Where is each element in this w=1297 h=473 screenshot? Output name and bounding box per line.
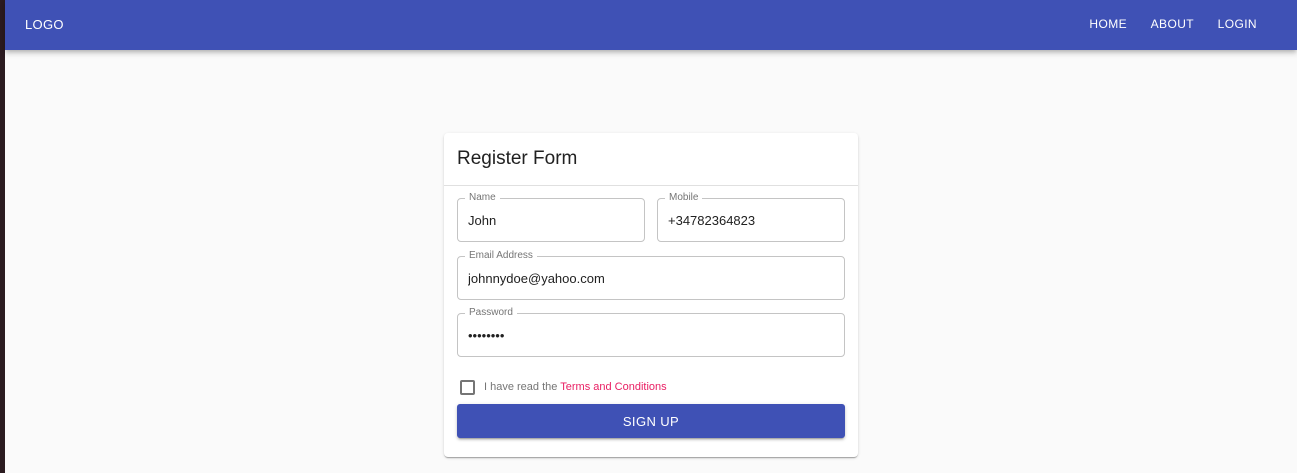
terms-link[interactable]: Terms and Conditions: [560, 381, 666, 393]
window-edge: [0, 0, 5, 473]
name-input[interactable]: [458, 199, 644, 241]
password-input[interactable]: [458, 314, 844, 356]
nav-about-link[interactable]: ABOUT: [1151, 17, 1194, 31]
terms-prefix: I have read the: [484, 381, 561, 393]
terms-checkbox[interactable]: [460, 380, 475, 395]
password-field: Password: [457, 307, 845, 357]
app-bar: LOGO HOME ABOUT LOGIN: [5, 0, 1297, 50]
mobile-field: Mobile: [657, 192, 845, 242]
name-field: Name: [457, 192, 645, 242]
logo: LOGO: [25, 17, 64, 32]
register-form-card: Register Form Name Mobile Email Address …: [444, 133, 858, 457]
mobile-input[interactable]: [658, 199, 844, 241]
title-divider: [444, 185, 858, 186]
form-title: Register Form: [457, 148, 578, 169]
nav-login-link[interactable]: LOGIN: [1218, 17, 1257, 31]
email-field: Email Address: [457, 250, 845, 300]
terms-label: I have read the Terms and Conditions: [484, 381, 667, 393]
sign-up-button[interactable]: SIGN UP: [457, 404, 845, 438]
nav-home-link[interactable]: HOME: [1089, 17, 1127, 31]
email-input[interactable]: [458, 257, 844, 299]
